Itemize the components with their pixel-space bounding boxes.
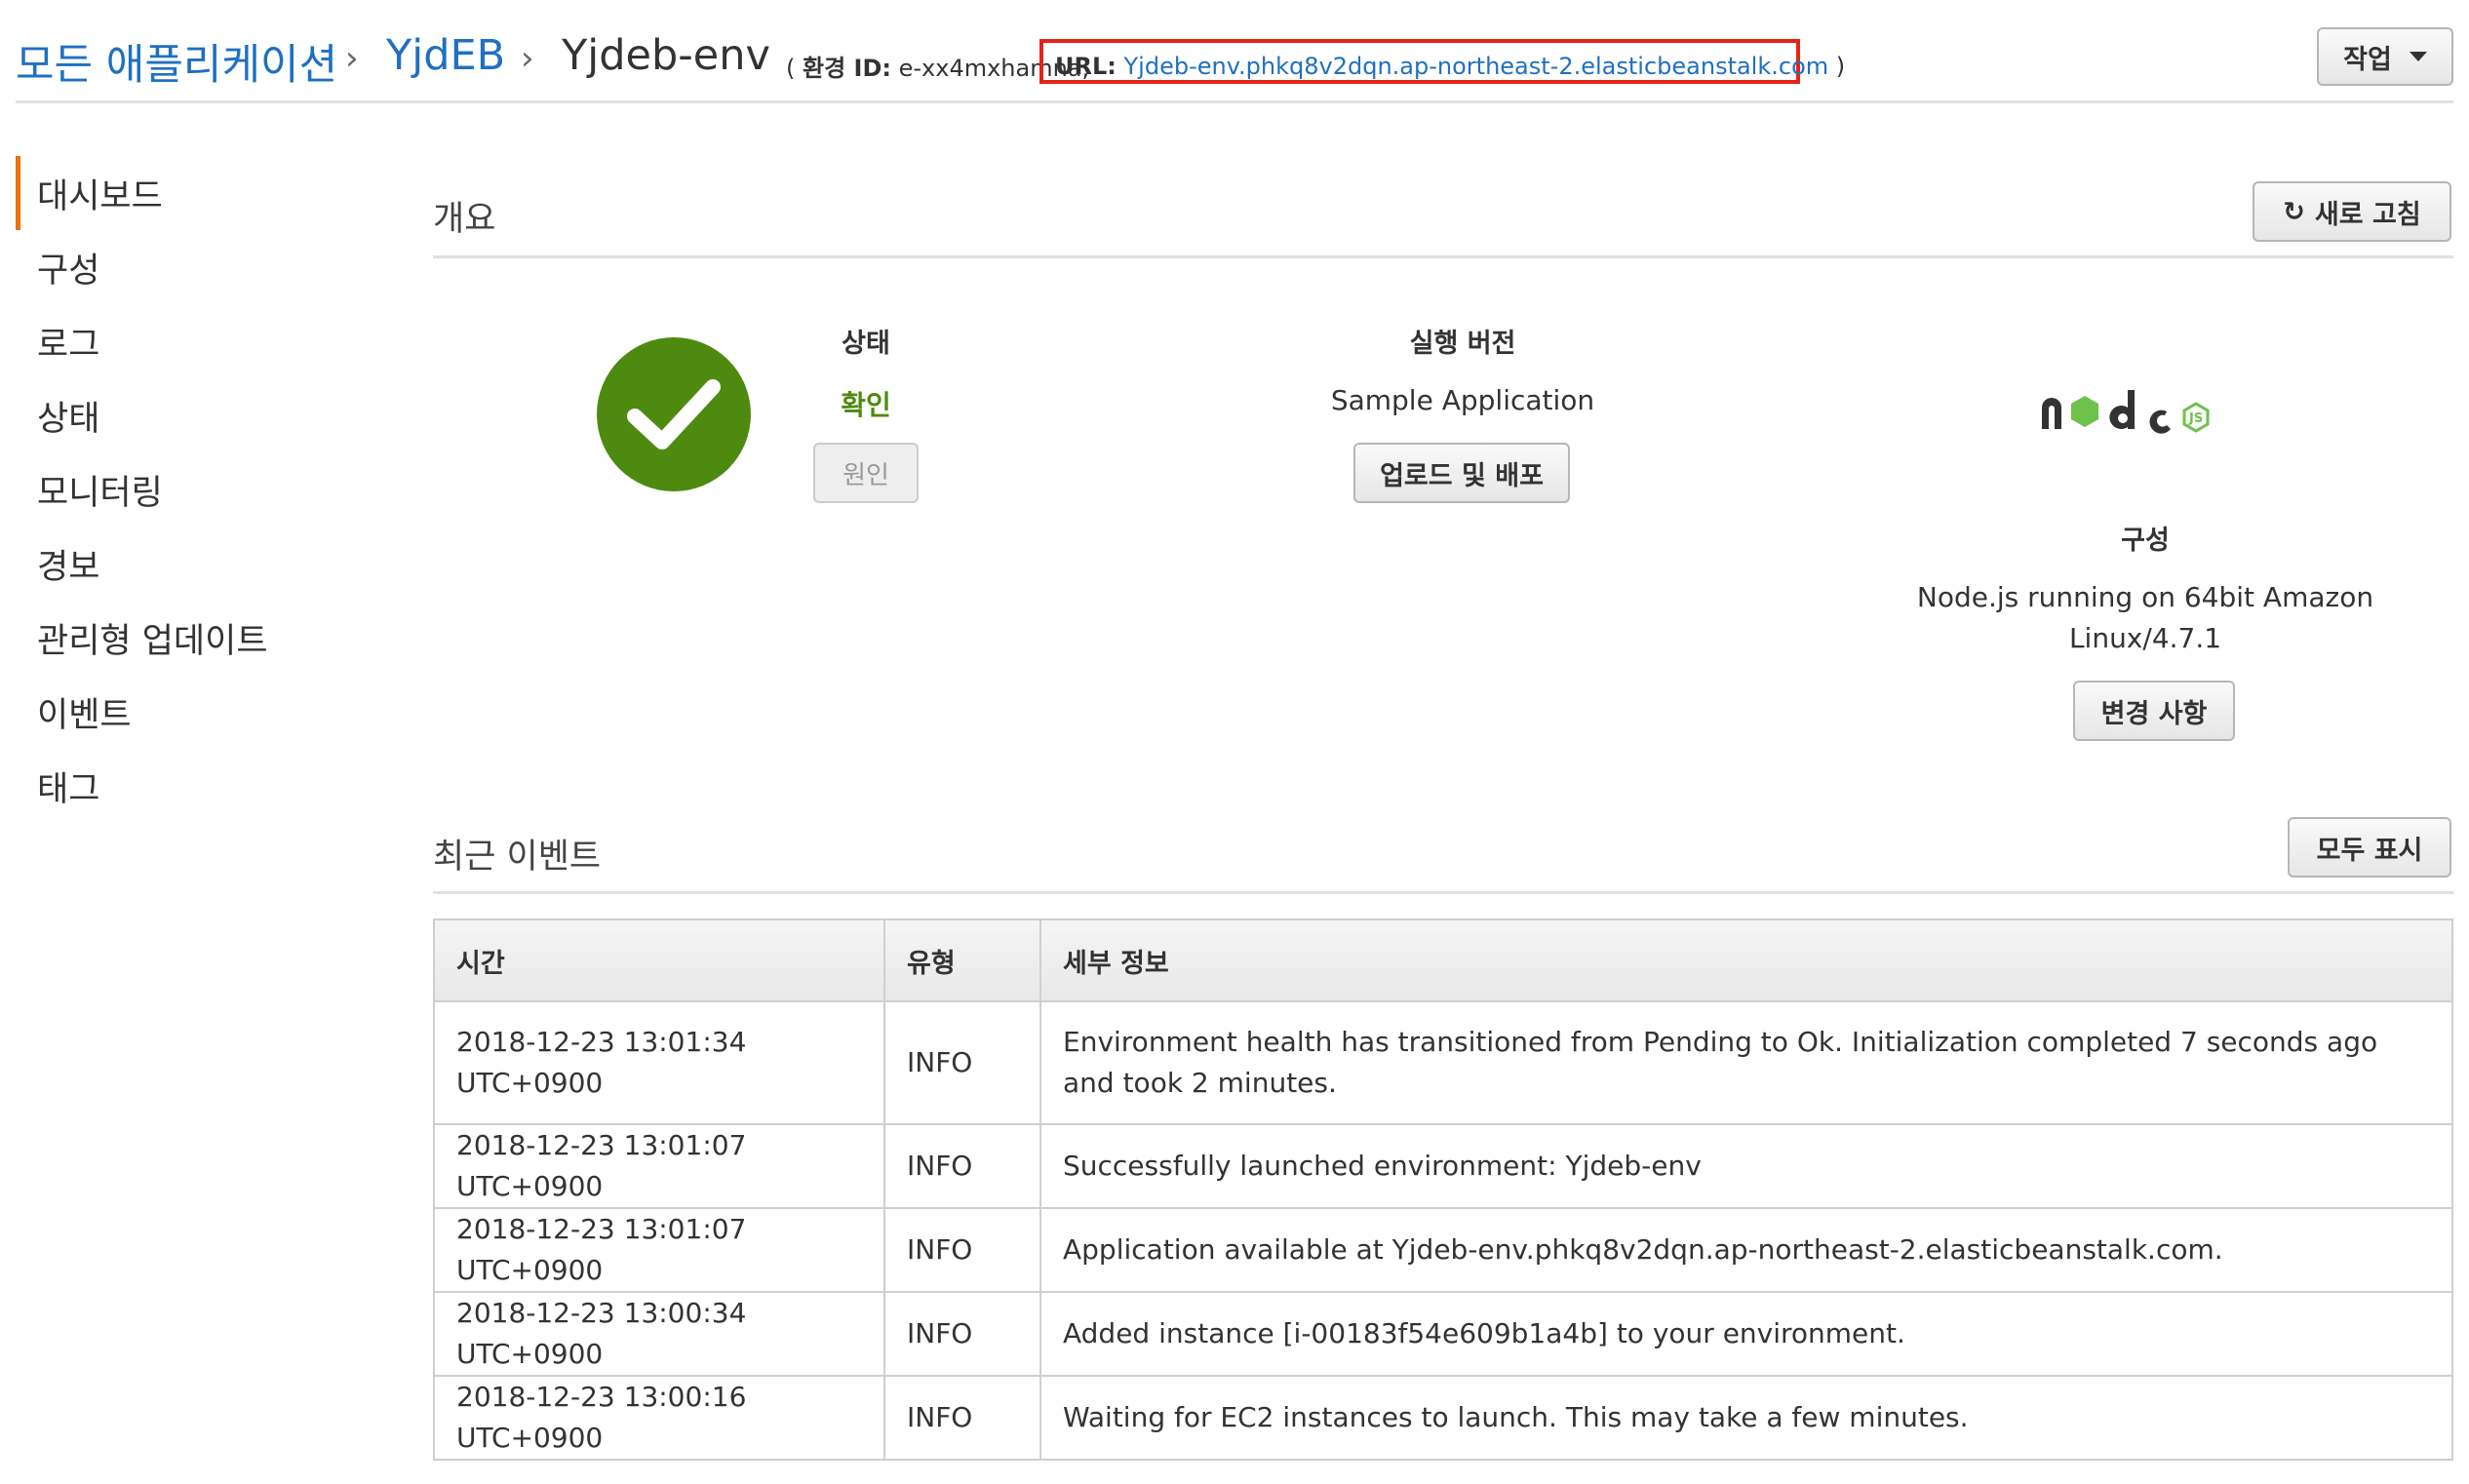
breadcrumb-application[interactable]: YjdEB bbox=[386, 31, 505, 80]
sidebar-item-managed-updates[interactable]: 관리형 업데이트 bbox=[16, 601, 367, 675]
breadcrumb-separator: › bbox=[345, 39, 359, 78]
env-id-label: 환경 ID: bbox=[803, 55, 891, 82]
sidebar-item-label: 모니터링 bbox=[37, 473, 163, 513]
actions-button[interactable]: 작업 bbox=[2317, 27, 2453, 86]
event-type: INFO bbox=[883, 1375, 1041, 1461]
event-details: Successfully launched environment: Yjdeb… bbox=[1039, 1123, 2453, 1209]
refresh-button-label: 새로 고침 bbox=[2314, 199, 2421, 230]
upload-and-deploy-label: 업로드 및 배포 bbox=[1380, 460, 1544, 491]
env-meta-close-paren: ) bbox=[1835, 53, 1846, 80]
configuration-value-line1: Node.js running on 64bit Amazon bbox=[1916, 581, 2374, 613]
table-row: 2018-12-23 13:01:07 UTC+0900 INFO Applic… bbox=[433, 1207, 2453, 1293]
table-row: 2018-12-23 13:01:34 UTC+0900 INFO Enviro… bbox=[433, 1000, 2453, 1125]
check-circle-icon bbox=[597, 337, 751, 491]
sidebar-item-monitoring[interactable]: 모니터링 bbox=[16, 452, 367, 527]
env-meta-open-paren: ( bbox=[786, 55, 796, 82]
breadcrumb-separator: › bbox=[521, 39, 534, 78]
sidebar-nav: 대시보드 구성 로그 상태 모니터링 경보 관리형 업데이트 이벤트 태그 bbox=[16, 156, 367, 823]
sidebar-item-label: 로그 bbox=[37, 325, 100, 365]
overview-title: 개요 bbox=[433, 200, 496, 239]
actions-button-label: 작업 bbox=[2343, 44, 2392, 75]
sidebar-item-label: 경보 bbox=[37, 547, 100, 587]
svg-text:JS: JS bbox=[2188, 411, 2203, 426]
sidebar-item-dashboard[interactable]: 대시보드 bbox=[16, 156, 367, 230]
running-version-value: Sample Application bbox=[1330, 384, 1595, 416]
upload-and-deploy-button[interactable]: 업로드 및 배포 bbox=[1353, 443, 1570, 503]
refresh-icon: ↻ bbox=[2283, 196, 2305, 227]
breadcrumb-all-applications[interactable]: 모든 애플리케이션 bbox=[16, 31, 337, 92]
sidebar-item-logs[interactable]: 로그 bbox=[16, 304, 367, 378]
nodejs-logo: JS bbox=[2042, 390, 2210, 434]
event-details: Waiting for EC2 instances to launch. Thi… bbox=[1039, 1375, 2453, 1461]
page-header: 모든 애플리케이션 › YjdEB › Yjdeb-env ( 환경 ID: e… bbox=[16, 20, 2453, 103]
sidebar-item-health[interactable]: 상태 bbox=[16, 378, 367, 452]
table-row: 2018-12-23 13:00:34 UTC+0900 INFO Added … bbox=[433, 1291, 2453, 1377]
column-header-details[interactable]: 세부 정보 bbox=[1039, 918, 2453, 1002]
event-type: INFO bbox=[883, 1123, 1041, 1209]
column-header-time[interactable]: 시간 bbox=[433, 918, 885, 1002]
column-header-type[interactable]: 유형 bbox=[883, 918, 1041, 1002]
event-time: 2018-12-23 13:01:07 UTC+0900 bbox=[433, 1123, 885, 1209]
sidebar-item-label: 관리형 업데이트 bbox=[37, 621, 268, 661]
event-time: 2018-12-23 13:01:07 UTC+0900 bbox=[433, 1207, 885, 1293]
event-details: Added instance [i-00183f54e609b1a4b] to … bbox=[1039, 1291, 2453, 1377]
sidebar-item-label: 대시보드 bbox=[37, 176, 163, 216]
environment-url-link[interactable]: Yjdeb-env.phkq8v2dqn.ap-northeast-2.elas… bbox=[1124, 53, 1829, 80]
sidebar-item-label: 상태 bbox=[37, 399, 100, 439]
breadcrumb-environment: Yjdeb-env bbox=[562, 31, 770, 80]
change-button-label: 변경 사항 bbox=[2100, 698, 2208, 729]
overview-divider bbox=[433, 255, 2453, 258]
sidebar-item-events[interactable]: 이벤트 bbox=[16, 675, 367, 749]
sidebar-item-tags[interactable]: 태그 bbox=[16, 749, 367, 823]
recent-events-title: 최근 이벤트 bbox=[433, 838, 602, 877]
cause-button[interactable]: 원인 bbox=[813, 443, 919, 503]
event-type: INFO bbox=[883, 1207, 1041, 1293]
status-value: 확인 bbox=[841, 389, 891, 421]
sidebar-item-label: 이벤트 bbox=[37, 695, 132, 735]
sidebar-item-configuration[interactable]: 구성 bbox=[16, 230, 367, 304]
event-time: 2018-12-23 13:01:34 UTC+0900 bbox=[433, 1000, 885, 1125]
sidebar-item-label: 구성 bbox=[37, 251, 100, 291]
event-type: INFO bbox=[883, 1291, 1041, 1377]
table-row: 2018-12-23 13:01:07 UTC+0900 INFO Succes… bbox=[433, 1123, 2453, 1209]
configuration-label: 구성 bbox=[2121, 526, 2170, 556]
table-row: 2018-12-23 13:00:16 UTC+0900 INFO Waitin… bbox=[433, 1375, 2453, 1461]
running-version-label: 실행 버전 bbox=[1409, 329, 1516, 359]
environment-url: URL: Yjdeb-env.phkq8v2dqn.ap-northeast-2… bbox=[1055, 53, 1845, 80]
sidebar-item-label: 태그 bbox=[37, 769, 100, 809]
event-details: Environment health has transitioned from… bbox=[1039, 1000, 2453, 1125]
url-highlight-box: URL: Yjdeb-env.phkq8v2dqn.ap-northeast-2… bbox=[1039, 39, 1845, 84]
event-time: 2018-12-23 13:00:34 UTC+0900 bbox=[433, 1291, 885, 1377]
event-details: Application available at Yjdeb-env.phkq8… bbox=[1039, 1207, 2453, 1293]
refresh-button[interactable]: ↻ 새로 고침 bbox=[2253, 181, 2451, 242]
event-type: INFO bbox=[883, 1000, 1041, 1125]
show-all-button[interactable]: 모두 표시 bbox=[2288, 817, 2451, 878]
status-label: 상태 bbox=[842, 329, 890, 359]
show-all-button-label: 모두 표시 bbox=[2316, 835, 2423, 866]
table-header-row: 시간 유형 세부 정보 bbox=[433, 918, 2453, 1002]
events-divider bbox=[433, 891, 2453, 894]
cause-button-label: 원인 bbox=[843, 460, 889, 490]
caret-down-icon bbox=[2409, 52, 2427, 61]
configuration-value-line2: Linux/4.7.1 bbox=[2068, 622, 2222, 654]
checkmark-icon bbox=[627, 379, 721, 449]
url-label: URL: bbox=[1055, 53, 1117, 80]
change-button[interactable]: 변경 사항 bbox=[2073, 681, 2235, 741]
event-time: 2018-12-23 13:00:16 UTC+0900 bbox=[433, 1375, 885, 1461]
sidebar-item-alarms[interactable]: 경보 bbox=[16, 527, 367, 601]
events-table: 시간 유형 세부 정보 2018-12-23 13:01:34 UTC+0900… bbox=[433, 918, 2453, 1461]
